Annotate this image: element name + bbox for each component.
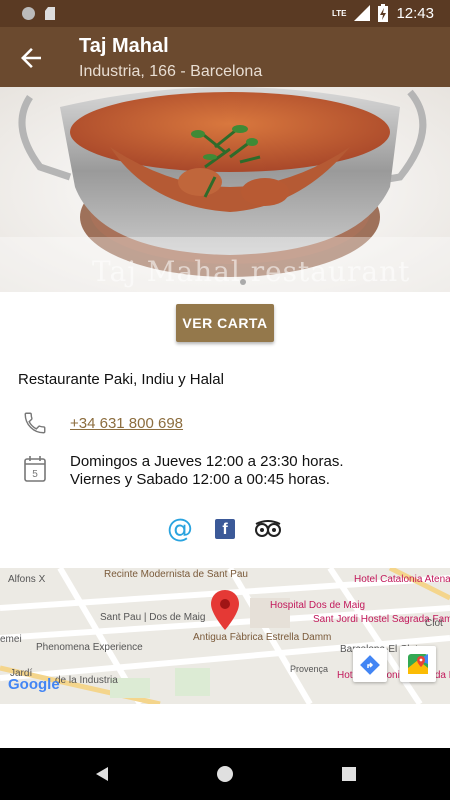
- calendar-icon: 5: [24, 456, 46, 482]
- map-label-clot: Clot: [425, 618, 443, 629]
- map-label-hotel-catalonia: Hotel Catalonia Atenas: [354, 574, 450, 585]
- map-label-provenca: Provença: [290, 664, 329, 674]
- nav-home-icon[interactable]: [213, 762, 237, 786]
- phone-link[interactable]: +34 631 800 698: [70, 415, 183, 432]
- location-map[interactable]: Alfons X Recinte Modernista de Sant Pau …: [0, 568, 450, 704]
- sync-icon: [22, 7, 35, 20]
- page-subtitle: Industria, 166 - Barcelona: [79, 63, 263, 80]
- nav-recents-icon[interactable]: [337, 762, 361, 786]
- view-menu-button[interactable]: VER CARTA: [176, 304, 274, 342]
- hero-watermark: Taj Mahal restaurant: [92, 255, 411, 288]
- clock: 12:43: [396, 4, 434, 22]
- google-logo: Google: [8, 676, 60, 693]
- page-title: Taj Mahal: [79, 35, 169, 57]
- opening-hours: Domingos a Jueves 12:00 a 23:30 horas. V…: [70, 453, 344, 489]
- map-label-antigua: Antigua Fàbrica Estrella Damm: [193, 632, 332, 643]
- tripadvisor-icon[interactable]: [253, 515, 283, 543]
- google-maps-icon: [408, 654, 428, 674]
- phone-icon: [24, 412, 46, 434]
- directions-button[interactable]: [353, 648, 387, 682]
- signal-icon: [354, 5, 371, 21]
- map-label-recinte: Recinte Modernista de Sant Pau: [104, 569, 248, 580]
- restaurant-description: Restaurante Paki, Indiu y Halal: [18, 371, 224, 388]
- network-type-label: LTE: [331, 8, 347, 18]
- email-icon[interactable]: @: [165, 514, 195, 544]
- system-navigation-bar: [0, 748, 450, 800]
- map-label-industria: de la Industria: [55, 675, 118, 686]
- map-label-sant-pau: Sant Pau | Dos de Maig: [100, 612, 206, 623]
- open-maps-button[interactable]: [400, 646, 436, 682]
- hours-line-2: Viernes y Sabado 12:00 a 00:45 horas.: [70, 471, 330, 488]
- hero-image[interactable]: Taj Mahal restaurant: [0, 87, 450, 292]
- sd-card-icon: [45, 7, 55, 20]
- app-bar: Taj Mahal Industria, 166 - Barcelona: [0, 27, 450, 87]
- map-label-hospital: Hospital Dos de Maig: [270, 600, 366, 611]
- status-bar: LTE 12:43: [0, 0, 450, 27]
- map-label-phenomena: Phenomena Experience: [36, 642, 143, 653]
- hours-line-1: Domingos a Jueves 12:00 a 23:30 horas.: [70, 453, 344, 470]
- battery-charging-icon: [378, 4, 389, 22]
- map-label-emei: emei: [0, 634, 22, 645]
- facebook-icon[interactable]: f: [210, 515, 240, 543]
- back-arrow-icon[interactable]: [16, 43, 46, 73]
- map-label-alfons: Alfons X: [8, 574, 46, 585]
- directions-icon: [360, 655, 380, 675]
- svg-text:5: 5: [32, 469, 38, 480]
- nav-back-icon[interactable]: [90, 762, 114, 786]
- map-pin-icon: [211, 590, 239, 630]
- carousel-indicator: [240, 279, 246, 285]
